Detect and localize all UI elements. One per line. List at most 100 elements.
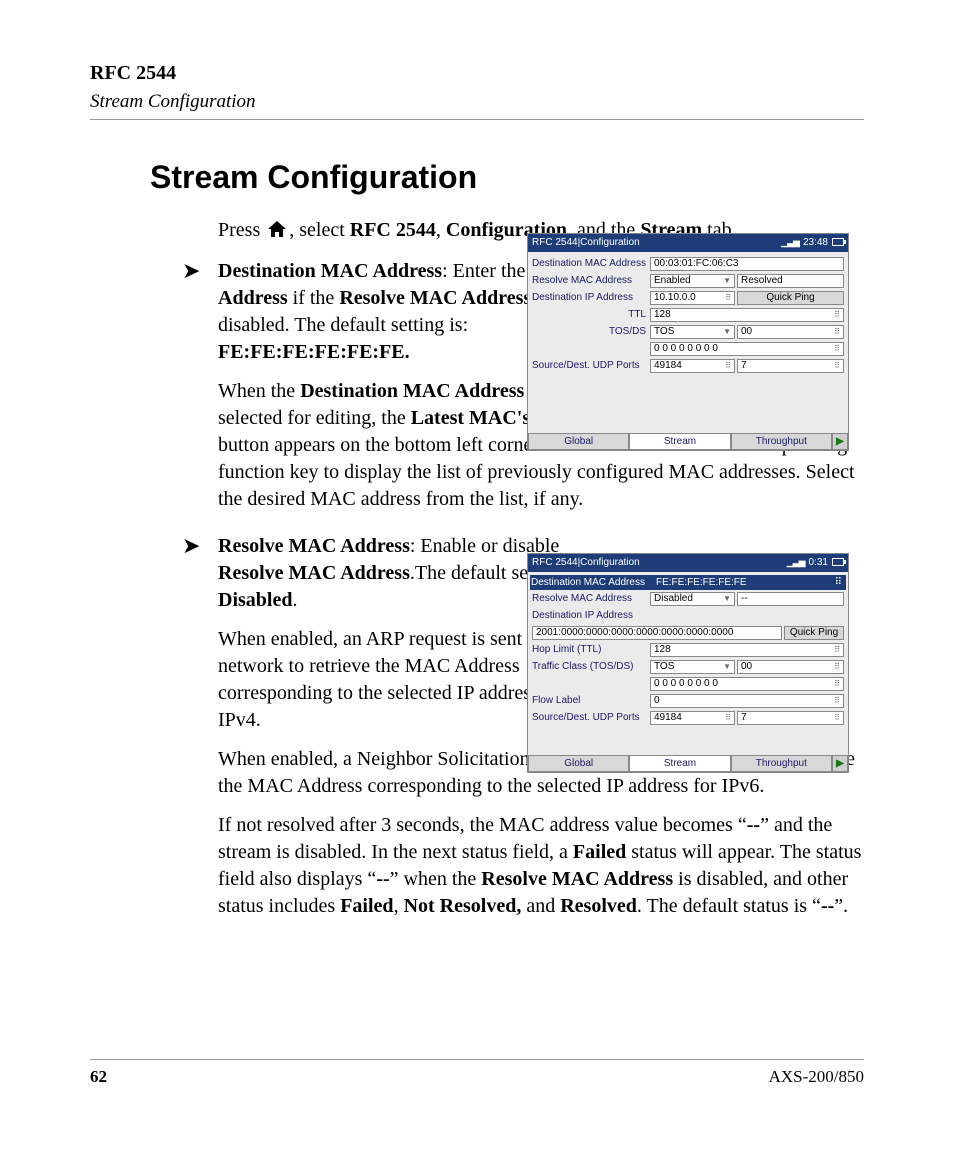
- tab-global[interactable]: Global: [528, 433, 629, 450]
- quick-ping-button[interactable]: Quick Ping: [737, 291, 844, 305]
- field-ipv6[interactable]: 2001:0000:0000:0000:0000:0000:0000:0000: [532, 626, 782, 640]
- text: Not Resolved,: [404, 895, 522, 917]
- value: Disabled: [654, 593, 693, 605]
- field-resolve-mac[interactable]: Disabled▼: [650, 592, 735, 606]
- tab-throughput[interactable]: Throughput: [731, 433, 832, 450]
- field-resolve-status: Resolved: [737, 274, 844, 288]
- label-udp-ports: Source/Dest. UDP Ports: [532, 359, 650, 373]
- chevron-down-icon: ▼: [723, 661, 731, 673]
- label-traffic-class: Traffic Class (TOS/DS): [532, 660, 650, 674]
- field-flow[interactable]: 0⠿: [650, 694, 844, 708]
- value: 00:03:01:FC:06:C3: [654, 258, 739, 270]
- field-resolve-mac[interactable]: Enabled ▼: [650, 274, 735, 288]
- keypad-icon: ⠿: [832, 576, 845, 590]
- field-udp-dst[interactable]: 7⠿: [737, 359, 844, 373]
- value: 0 0 0 0 0 0 0 0: [654, 678, 718, 690]
- text: .: [292, 589, 297, 611]
- text: --: [821, 895, 834, 917]
- text: --: [376, 868, 389, 890]
- tab-scroll-right[interactable]: ▶: [832, 433, 848, 450]
- tab-stream[interactable]: Stream: [629, 433, 730, 450]
- field-ttl[interactable]: 128⠿: [650, 308, 844, 322]
- battery-icon: [832, 558, 844, 566]
- keypad-icon: ⠿: [834, 712, 840, 724]
- text: if the: [288, 287, 340, 309]
- label-dest-mac: Destination MAC Address: [532, 257, 650, 271]
- chevron-down-icon: ▼: [723, 326, 731, 338]
- tab-global[interactable]: Global: [528, 755, 629, 772]
- text: Latest MAC's: [411, 407, 530, 429]
- clock: 0:31: [809, 557, 828, 568]
- value: 00: [741, 661, 752, 673]
- window-title: RFC 2544|Configuration: [532, 556, 640, 570]
- field-traffic-class[interactable]: TOS ▼: [650, 660, 735, 674]
- bullet-arrow-icon: ➤: [182, 535, 200, 557]
- tab-throughput[interactable]: Throughput: [731, 755, 832, 772]
- screenshot-stream-ipv6: RFC 2544|Configuration ▁▃▅0:31 Destinati…: [527, 553, 849, 773]
- text: Destination MAC Address: [218, 260, 442, 282]
- text: Failed: [573, 841, 626, 863]
- chevron-down-icon: ▼: [723, 275, 731, 287]
- text: ”.: [834, 895, 848, 917]
- window-titlebar: RFC 2544|Configuration ▁▃▅0:31: [528, 554, 848, 572]
- field-tc-bits[interactable]: 0 0 0 0 0 0 0 0⠿: [650, 677, 844, 691]
- field-tos-value[interactable]: 00⠿: [737, 325, 844, 339]
- field-dest-mac[interactable]: 00:03:01:FC:06:C3: [650, 257, 844, 271]
- page-number: 62: [90, 1066, 107, 1089]
- label-hop-limit: Hop Limit (TTL): [532, 643, 650, 657]
- keypad-icon: ⠿: [834, 326, 840, 338]
- text: If not resolved after 3 seconds, the MAC…: [218, 814, 747, 836]
- text: Resolve MAC Address: [339, 287, 531, 309]
- text: : Enter the: [442, 260, 530, 282]
- value: 2001:0000:0000:0000:0000:0000:0000:0000: [536, 627, 733, 639]
- field-tc-value[interactable]: 00 ⠿: [737, 660, 844, 674]
- quick-ping-button[interactable]: Quick Ping: [784, 626, 844, 640]
- text: When the: [218, 380, 300, 402]
- selected-row-dest-mac[interactable]: Destination MAC Address FE:FE:FE:FE:FE:F…: [530, 575, 846, 591]
- label-dest-ip: Destination IP Address: [532, 291, 650, 305]
- footer-model: AXS-200/850: [769, 1066, 864, 1089]
- label-dest-mac: Destination MAC Address: [531, 576, 653, 590]
- text: and: [521, 895, 560, 917]
- keypad-icon: ⠿: [834, 309, 840, 321]
- keypad-icon: ⠿: [834, 661, 840, 673]
- field-udp-src[interactable]: 49184⠿: [650, 711, 735, 725]
- tab-stream[interactable]: Stream: [629, 755, 730, 772]
- label-resolve-mac: Resolve MAC Address: [532, 592, 650, 606]
- field-tos[interactable]: TOS ▼: [650, 325, 735, 339]
- value: 49184: [654, 360, 682, 372]
- field-dest-ip[interactable]: 10.10.0.0⠿: [650, 291, 735, 305]
- bullet2-p4: If not resolved after 3 seconds, the MAC…: [218, 812, 864, 920]
- keypad-icon: ⠿: [725, 712, 731, 724]
- value: TOS: [654, 661, 674, 673]
- page-footer: 62 AXS-200/850: [90, 1059, 864, 1089]
- header-subtitle: Stream Configuration: [90, 89, 864, 115]
- value: Resolved: [741, 275, 783, 287]
- field-udp-dst[interactable]: 7⠿: [737, 711, 844, 725]
- value: 7: [741, 360, 747, 372]
- clock: 23:48: [803, 237, 828, 248]
- text: Disabled: [218, 589, 292, 611]
- label-resolve-mac: Resolve MAC Address: [532, 274, 650, 288]
- value: Enabled: [654, 275, 691, 287]
- field-tos-bits[interactable]: 0 0 0 0 0 0 0 0⠿: [650, 342, 844, 356]
- text: --: [747, 814, 760, 836]
- text: Resolved: [560, 895, 637, 917]
- page-header: RFC 2544 Stream Configuration: [90, 60, 864, 120]
- text: FE:FE:FE:FE:FE:FE.: [218, 341, 410, 363]
- battery-icon: [832, 238, 844, 246]
- field-udp-src[interactable]: 49184⠿: [650, 359, 735, 373]
- home-icon: [267, 219, 287, 246]
- value: 0: [654, 695, 660, 707]
- tab-scroll-right[interactable]: ▶: [832, 755, 848, 772]
- field-dest-mac[interactable]: FE:FE:FE:FE:FE:FE: [653, 576, 832, 590]
- window-title: RFC 2544|Configuration: [532, 236, 640, 250]
- field-resolve-status: --: [737, 592, 844, 606]
- text: RFC 2544: [350, 219, 436, 241]
- text: Resolve MAC Address: [218, 562, 410, 584]
- value: TOS: [654, 326, 674, 338]
- text: , select: [289, 219, 350, 241]
- keypad-icon: ⠿: [834, 360, 840, 372]
- field-hop-limit[interactable]: 128⠿: [650, 643, 844, 657]
- label-tos: TOS/DS: [532, 325, 650, 339]
